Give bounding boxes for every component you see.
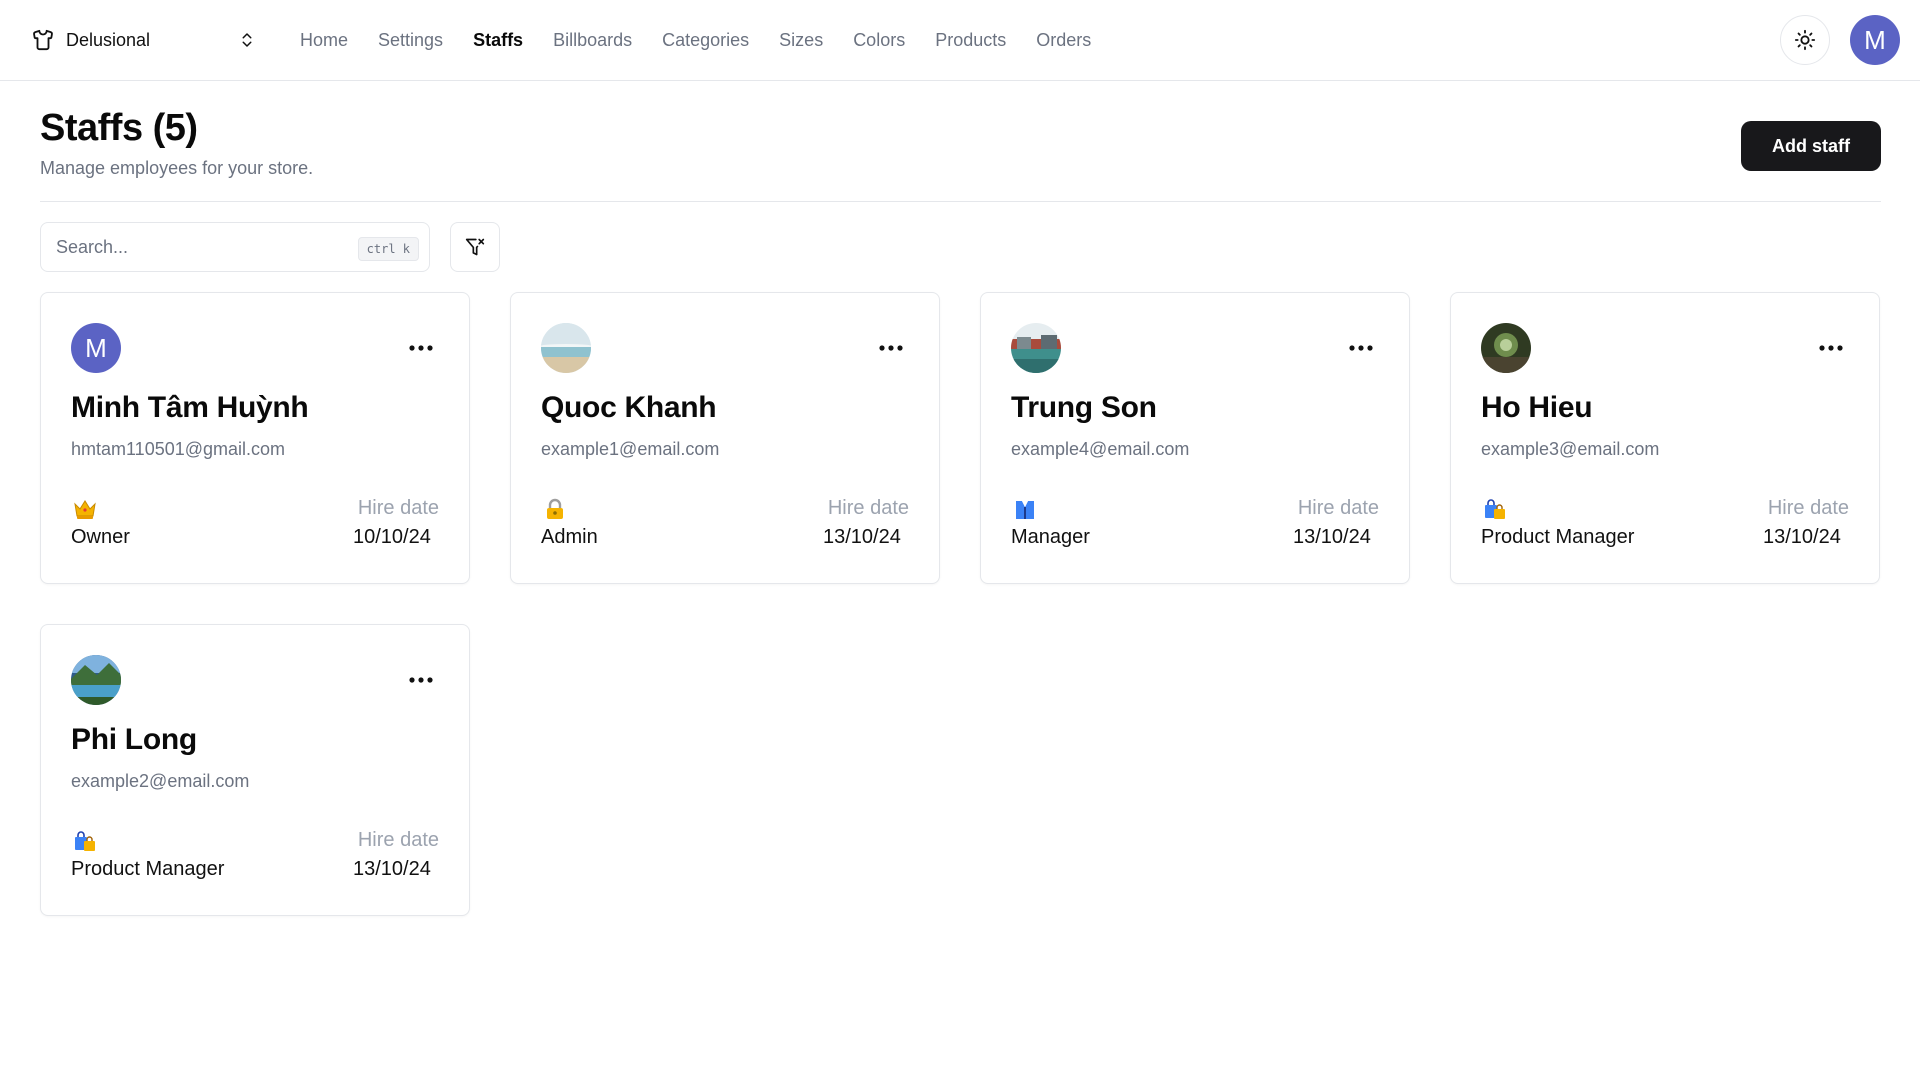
staff-email: example4@email.com bbox=[1011, 439, 1190, 459]
ellipsis-icon bbox=[1819, 345, 1843, 351]
nav-colors[interactable]: Colors bbox=[853, 30, 905, 51]
staff-email: example3@email.com bbox=[1481, 439, 1660, 459]
filter-x-icon bbox=[465, 238, 485, 256]
nav-orders[interactable]: Orders bbox=[1036, 30, 1091, 51]
store-name: Delusional bbox=[66, 29, 151, 50]
staff-role: Admin bbox=[541, 526, 598, 548]
staff-name: Phi Long bbox=[71, 723, 197, 756]
hire-date-value: 13/10/24 bbox=[1293, 526, 1371, 548]
staff-role: Product Manager bbox=[71, 858, 225, 880]
ellipsis-icon bbox=[409, 677, 433, 683]
staff-card[interactable]: Quoc Khanh example1@email.com Hire date … bbox=[510, 292, 940, 584]
store-icon bbox=[30, 27, 56, 53]
top-navigation-bar: Delusional Home Settings Staffs Billboar… bbox=[0, 0, 1920, 81]
user-avatar[interactable]: M bbox=[1850, 15, 1900, 65]
search-box: ctrl k bbox=[40, 222, 430, 272]
more-options-button[interactable] bbox=[1341, 333, 1381, 363]
theme-toggle-button[interactable] bbox=[1780, 15, 1830, 65]
staff-email: example2@email.com bbox=[71, 771, 250, 791]
sun-icon bbox=[1794, 29, 1816, 51]
more-options-button[interactable] bbox=[871, 333, 911, 363]
staff-email: example1@email.com bbox=[541, 439, 720, 459]
hire-date-label: Hire date bbox=[357, 497, 439, 519]
chevrons-up-down-icon bbox=[235, 28, 259, 52]
staff-card[interactable]: Ho Hieu example3@email.com Hire date Pro… bbox=[1450, 292, 1880, 584]
nav-billboards[interactable]: Billboards bbox=[553, 30, 632, 51]
search-input[interactable] bbox=[56, 236, 346, 258]
hire-date-value: 10/10/24 bbox=[353, 526, 431, 548]
nav-sizes[interactable]: Sizes bbox=[779, 30, 823, 51]
main-nav: Home Settings Staffs Billboards Categori… bbox=[300, 0, 1121, 81]
staff-name: Trung Son bbox=[1011, 391, 1157, 424]
hire-date-label: Hire date bbox=[827, 497, 909, 519]
staff-role: Manager bbox=[1011, 526, 1090, 548]
shortcut-hint: ctrl k bbox=[357, 237, 419, 261]
hire-date-value: 13/10/24 bbox=[353, 858, 431, 880]
staff-card[interactable]: M Minh Tâm Huỳnh hmtam110501@gmail.com H… bbox=[40, 292, 470, 584]
more-options-button[interactable] bbox=[1811, 333, 1851, 363]
page-description: Manage employees for your store. bbox=[40, 158, 314, 178]
staff-email: hmtam110501@gmail.com bbox=[71, 439, 286, 459]
staff-name: Quoc Khanh bbox=[541, 391, 717, 424]
staff-name: Minh Tâm Huỳnh bbox=[71, 391, 309, 424]
ellipsis-icon bbox=[879, 345, 903, 351]
hire-date-label: Hire date bbox=[1767, 497, 1849, 519]
staff-avatar bbox=[1011, 323, 1061, 373]
hire-date-value: 13/10/24 bbox=[1763, 526, 1841, 548]
vest-icon bbox=[1016, 501, 1034, 519]
staff-avatar bbox=[541, 323, 591, 373]
nav-settings[interactable]: Settings bbox=[378, 30, 443, 51]
staff-role: Product Manager bbox=[1481, 526, 1635, 548]
filter-button[interactable] bbox=[450, 222, 500, 272]
staff-card[interactable]: Trung Son example4@email.com Hire date M… bbox=[980, 292, 1410, 584]
shopping-bags-icon bbox=[1485, 499, 1505, 519]
staff-name: Ho Hieu bbox=[1481, 391, 1593, 424]
more-options-button[interactable] bbox=[401, 665, 441, 695]
ellipsis-icon bbox=[409, 345, 433, 351]
hire-date-label: Hire date bbox=[1297, 497, 1379, 519]
hire-date-value: 13/10/24 bbox=[823, 526, 901, 548]
add-staff-button[interactable]: Add staff bbox=[1741, 121, 1881, 171]
page-title: Staffs (5) bbox=[40, 107, 198, 149]
shopping-bags-icon bbox=[75, 831, 95, 851]
nav-staffs[interactable]: Staffs bbox=[473, 30, 523, 51]
staff-avatar bbox=[71, 655, 121, 705]
nav-products[interactable]: Products bbox=[935, 30, 1006, 51]
staff-avatar bbox=[1481, 323, 1531, 373]
staff-role: Owner bbox=[71, 526, 130, 548]
ellipsis-icon bbox=[1349, 345, 1373, 351]
staff-avatar: M bbox=[71, 323, 121, 373]
store-switcher[interactable]: Delusional bbox=[30, 20, 260, 60]
header-divider bbox=[40, 201, 1881, 202]
hire-date-label: Hire date bbox=[357, 829, 439, 851]
staff-card[interactable]: Phi Long example2@email.com Hire date Pr… bbox=[40, 624, 470, 916]
more-options-button[interactable] bbox=[401, 333, 441, 363]
nav-home[interactable]: Home bbox=[300, 30, 348, 51]
crown-icon bbox=[74, 500, 96, 519]
lock-icon bbox=[547, 498, 563, 519]
nav-categories[interactable]: Categories bbox=[662, 30, 749, 51]
